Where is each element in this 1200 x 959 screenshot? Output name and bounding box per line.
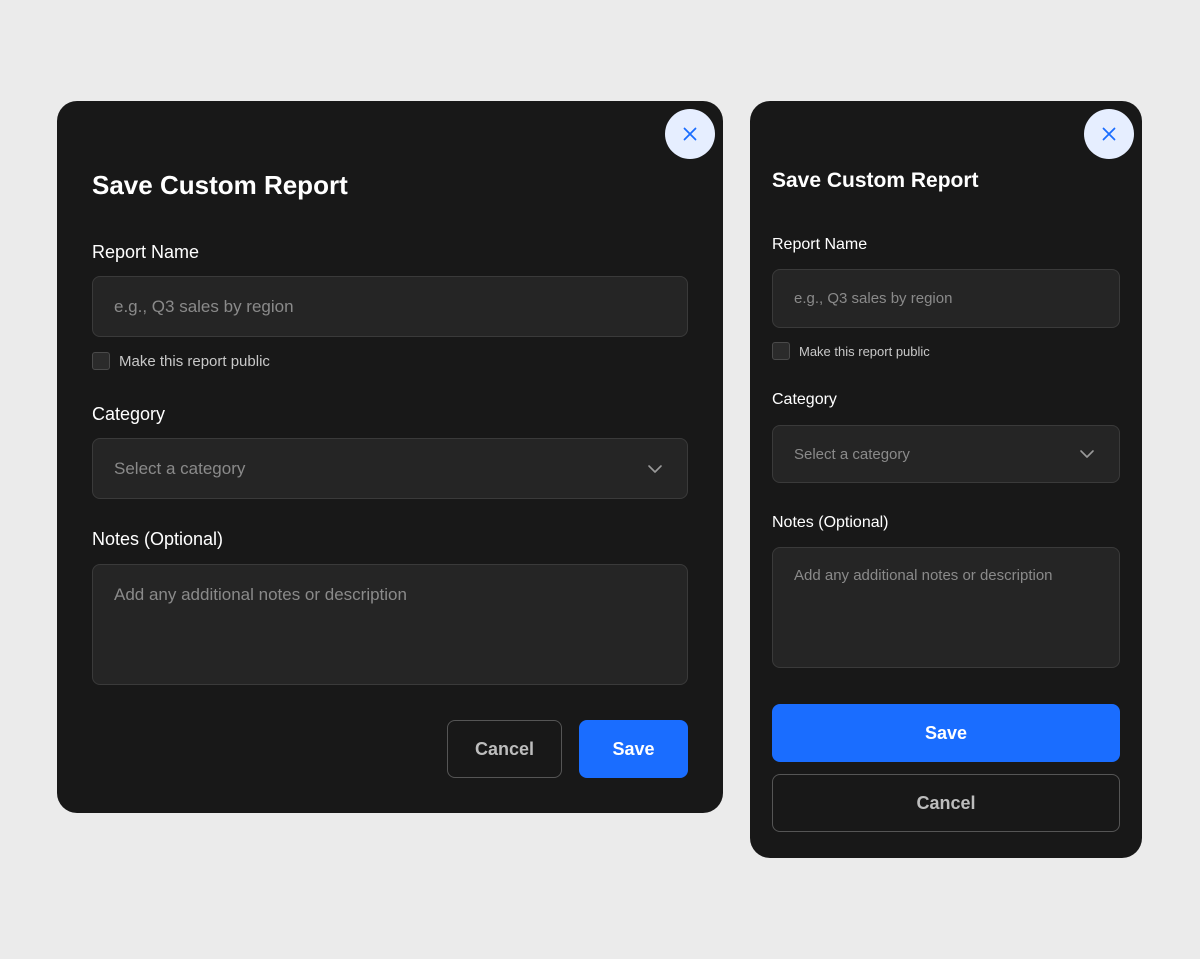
save-button[interactable]: Save bbox=[772, 704, 1120, 762]
report-name-label: Report Name bbox=[772, 236, 868, 253]
canvas: Save Custom Report Report Name Make this… bbox=[0, 0, 1200, 959]
public-checkbox[interactable] bbox=[92, 352, 110, 370]
close-button[interactable] bbox=[665, 109, 715, 159]
chevron-down-icon bbox=[648, 464, 662, 473]
cancel-button[interactable]: Cancel bbox=[447, 720, 562, 778]
cancel-button[interactable]: Cancel bbox=[772, 774, 1120, 832]
report-name-input[interactable] bbox=[92, 276, 688, 337]
public-checkbox-label: Make this report public bbox=[799, 343, 930, 359]
public-checkbox-label: Make this report public bbox=[119, 352, 270, 370]
report-name-label: Report Name bbox=[92, 242, 200, 262]
notes-textarea[interactable] bbox=[772, 547, 1120, 668]
public-checkbox[interactable] bbox=[772, 342, 790, 360]
public-checkbox-row[interactable]: Make this report public bbox=[92, 352, 270, 370]
save-report-modal-mobile: Save Custom Report Report Name Make this… bbox=[750, 101, 1142, 858]
modal-title: Save Custom Report bbox=[92, 170, 348, 200]
close-button[interactable] bbox=[1084, 109, 1134, 159]
close-icon bbox=[1102, 127, 1116, 141]
close-icon bbox=[683, 127, 697, 141]
category-label: Category bbox=[772, 391, 837, 408]
save-report-modal-desktop: Save Custom Report Report Name Make this… bbox=[57, 101, 723, 813]
category-select-placeholder: Select a category bbox=[114, 458, 246, 478]
category-select-placeholder: Select a category bbox=[794, 445, 910, 463]
public-checkbox-row[interactable]: Make this report public bbox=[772, 342, 930, 360]
category-select[interactable]: Select a category bbox=[92, 438, 688, 499]
notes-label: Notes (Optional) bbox=[92, 529, 224, 549]
modal-title: Save Custom Report bbox=[772, 169, 979, 192]
notes-label: Notes (Optional) bbox=[772, 514, 889, 531]
notes-textarea[interactable] bbox=[92, 564, 688, 685]
chevron-down-icon bbox=[1080, 450, 1094, 458]
report-name-input[interactable] bbox=[772, 269, 1120, 328]
save-button[interactable]: Save bbox=[579, 720, 688, 778]
category-label: Category bbox=[92, 404, 166, 424]
category-select[interactable]: Select a category bbox=[772, 425, 1120, 483]
